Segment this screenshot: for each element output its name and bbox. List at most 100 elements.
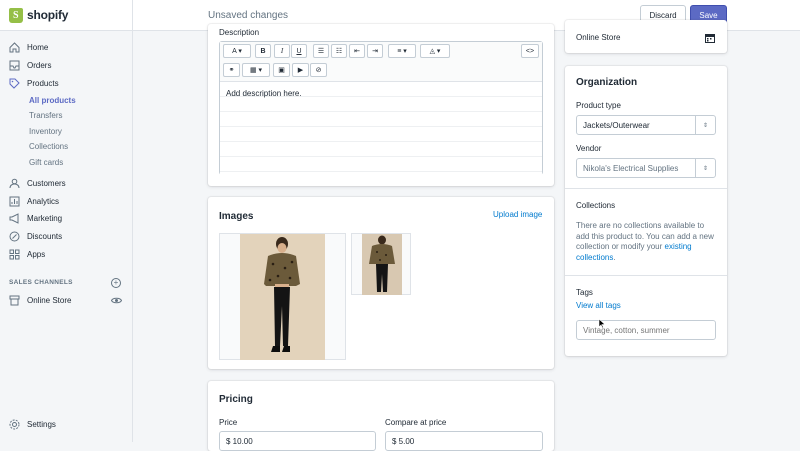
nav-products[interactable]: Products [9,78,59,89]
nav-all-products[interactable]: All products [29,96,76,105]
model-figure-main [264,237,300,352]
vendor-value: Nikola's Electrical Supplies [583,163,679,173]
compare-price-label: Compare at price [385,418,447,427]
nav-customers[interactable]: Customers [9,178,66,189]
shopify-logo[interactable]: shopify [0,0,132,31]
image-icon: ▣ [278,67,285,74]
nav-analytics-label: Analytics [27,197,60,206]
nav-apps-label: Apps [27,250,46,259]
price-label: Price [219,418,238,427]
insert-video-button[interactable]: ▶ [292,63,309,77]
text-color-icon: ◬ ▾ [429,48,441,55]
underline-button[interactable]: U [291,44,307,58]
images-title: Images [219,211,254,222]
discount-icon [9,231,20,242]
compare-price-input[interactable]: $ 5.00 [385,431,543,451]
code-icon: <> [525,47,535,55]
select-arrows-icon: ⇕ [695,159,715,177]
vendor-label: Vendor [576,144,602,153]
online-store-channel: Online Store [576,33,621,42]
view-store-eye-icon[interactable] [110,296,123,307]
outdent-button[interactable]: ⇤ [349,44,365,58]
bullet-list-icon: ☰ [317,48,325,55]
vendor-select[interactable]: Nikola's Electrical Supplies ⇕ [576,158,716,178]
bold-icon: B [260,47,266,55]
tags-input[interactable] [576,320,716,340]
nav-products-label: Products [27,79,59,88]
insert-table-dropdown[interactable]: ▦ ▾ [242,63,270,77]
font-style-dropdown[interactable]: A ▾ [223,44,251,58]
clear-format-icon: ⊘ [315,67,322,74]
description-editor[interactable]: Add description here. [219,41,543,175]
numbered-list-button[interactable]: ☷ [331,44,347,58]
align-dropdown[interactable]: ≡ ▾ [388,44,416,58]
nav-collections[interactable]: Collections [29,142,68,151]
megaphone-icon [9,213,20,224]
bold-button[interactable]: B [255,44,271,58]
gear-icon [9,419,20,430]
calendar-icon[interactable] [705,33,715,45]
nav-home[interactable]: Home [9,42,48,53]
divider [565,275,727,276]
nav-marketing[interactable]: Marketing [9,213,62,224]
mouse-cursor [598,318,606,329]
home-icon [9,42,20,53]
shopify-bag-icon [9,7,23,23]
text-color-dropdown[interactable]: ◬ ▾ [420,44,450,58]
product-type-select[interactable]: Jackets/Outerwear ⇕ [576,115,716,135]
price-input[interactable]: $ 10.00 [219,431,376,451]
nav-analytics[interactable]: Analytics [9,196,59,207]
italic-button[interactable]: I [274,44,290,58]
collections-message: There are no collections available to ad… [576,221,714,251]
nav-inventory[interactable]: Inventory [29,127,62,136]
description-label: Description [219,28,260,37]
collections-label: Collections [576,201,616,210]
apps-icon [9,249,20,260]
italic-icon: I [280,47,284,55]
product-type-value: Jackets/Outerwear [583,120,650,130]
indent-icon: ⇥ [372,48,378,55]
model-figure-thumb [369,235,395,292]
nav-discounts-label: Discounts [27,232,63,241]
nav-customers-label: Customers [27,179,66,188]
editor-body[interactable]: Add description here. [220,82,542,175]
nav-online-store-label: Online Store [27,296,72,305]
bullet-list-button[interactable]: ☰ [313,44,329,58]
store-icon [9,295,20,306]
insert-link-button[interactable]: ⚭ [223,63,240,77]
pricing-title: Pricing [219,394,253,405]
clear-formatting-button[interactable]: ⊘ [310,63,327,77]
insert-image-button[interactable]: ▣ [273,63,290,77]
nav-orders[interactable]: Orders [9,60,51,71]
unsaved-changes-title: Unsaved changes [208,9,289,21]
nav-settings-label: Settings [27,420,56,429]
nav-orders-label: Orders [27,61,52,70]
align-icon: ≡ ▾ [397,48,407,55]
organization-title: Organization [576,77,638,88]
brand-name: shopify [27,8,69,22]
product-image-thumb[interactable] [351,233,411,295]
sales-channels-heading: SALES CHANNELS [9,279,73,286]
analytics-icon [9,196,20,207]
tag-icon [9,78,20,89]
outdent-icon: ⇤ [354,48,360,55]
nav-apps[interactable]: Apps [9,249,45,260]
upload-image-link[interactable]: Upload image [493,210,542,219]
product-type-label: Product type [576,101,621,110]
view-all-tags-link[interactable]: View all tags [576,301,621,310]
nav-gift-cards[interactable]: Gift cards [29,158,63,167]
divider [565,188,727,189]
nav-transfers[interactable]: Transfers [29,111,63,120]
indent-button[interactable]: ⇥ [367,44,383,58]
nav-marketing-label: Marketing [27,214,63,223]
product-image-main[interactable] [219,233,346,360]
link-icon: ⚭ [228,67,235,74]
sidebar: shopify Home Orders Products All product… [0,0,133,442]
add-channel-icon[interactable]: + [111,278,121,288]
nav-discounts[interactable]: Discounts [9,231,62,242]
html-toggle-button[interactable]: <> [521,44,539,58]
tags-label: Tags [576,288,593,297]
price-value: $ 10.00 [226,436,253,446]
nav-settings[interactable]: Settings [9,419,56,430]
nav-online-store[interactable]: Online Store [9,295,71,306]
